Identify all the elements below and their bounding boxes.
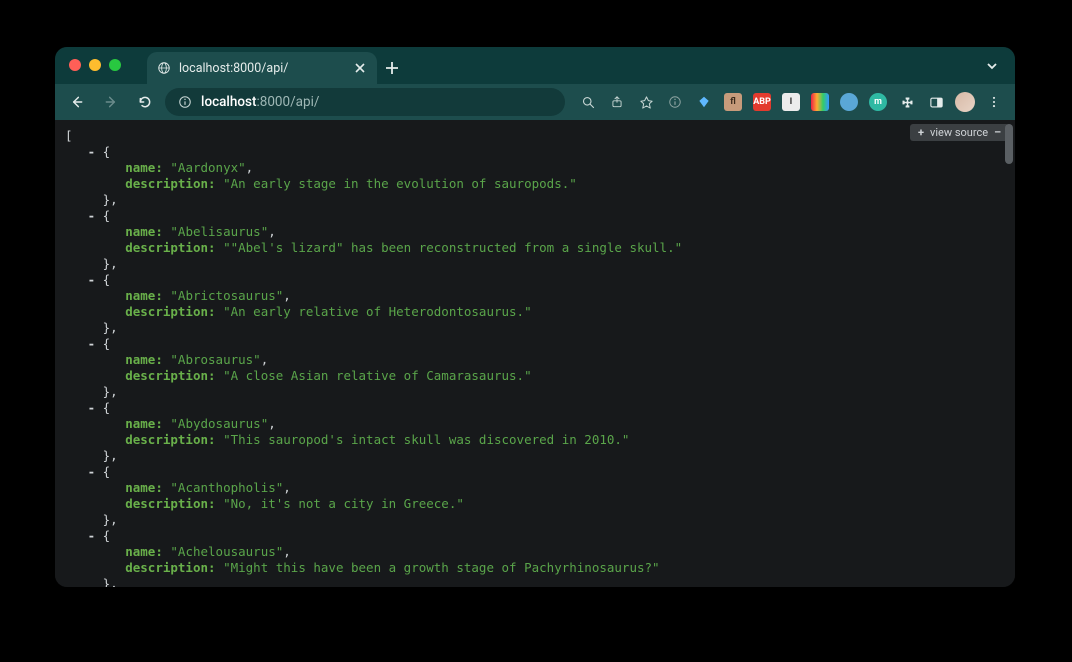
extension-abp[interactable]: ABP (749, 89, 775, 115)
extension-rainbow[interactable] (807, 89, 833, 115)
nav-reload-button[interactable] (131, 88, 159, 116)
star-icon (639, 95, 654, 110)
extension-info[interactable] (662, 89, 688, 115)
share-button[interactable] (604, 89, 630, 115)
reload-icon (137, 94, 153, 110)
scrollbar-thumb[interactable] (1005, 124, 1013, 164)
circle-m-icon: m (869, 93, 887, 111)
puzzle-icon (900, 95, 915, 110)
json-viewer[interactable]: [ - { name: "Aardonyx", description: "An… (55, 120, 1015, 587)
tab-title: localhost:8000/api/ (179, 61, 345, 76)
share-icon (610, 95, 624, 109)
tab-strip: localhost:8000/api/ (55, 47, 1015, 84)
close-icon (355, 63, 365, 73)
extension-fl[interactable]: fl (720, 89, 746, 115)
dots-vertical-icon (987, 95, 1001, 109)
circle-o-icon (840, 93, 858, 111)
extension-gem[interactable] (691, 89, 717, 115)
view-source-label: view source (930, 126, 988, 139)
avatar-icon (955, 92, 975, 112)
extension-o[interactable] (836, 89, 862, 115)
square-icon: fl (724, 93, 742, 111)
window-close-button[interactable] (69, 59, 81, 71)
expand-icon: + (918, 126, 924, 139)
info-icon (178, 95, 192, 109)
collapse-icon: – (994, 126, 1001, 139)
side-panel-button[interactable] (923, 89, 949, 115)
site-info-button[interactable] (177, 94, 193, 110)
arrow-right-icon (103, 94, 119, 110)
new-tab-button[interactable] (377, 52, 407, 84)
url-text: localhost:8000/api/ (201, 94, 319, 110)
info-icon (668, 95, 682, 109)
bookmark-button[interactable] (633, 89, 659, 115)
extension-m[interactable]: m (865, 89, 891, 115)
globe-icon (157, 61, 171, 75)
tabs-menu-button[interactable] (983, 57, 1001, 75)
page-content: + view source – [ - { name: "Aardonyx", … (55, 120, 1015, 587)
abp-icon: ABP (753, 93, 771, 111)
window-controls (69, 59, 121, 71)
browser-window: localhost:8000/api/ (55, 47, 1015, 587)
tab-close-button[interactable] (353, 61, 367, 75)
zoom-button[interactable] (575, 89, 601, 115)
profile-button[interactable] (952, 89, 978, 115)
i-icon: I (782, 93, 800, 111)
address-bar[interactable]: localhost:8000/api/ (165, 88, 565, 116)
diamond-icon (695, 93, 713, 111)
nav-back-button[interactable] (63, 88, 91, 116)
nav-forward-button[interactable] (97, 88, 125, 116)
magnify-icon (581, 95, 596, 110)
browser-tab[interactable]: localhost:8000/api/ (147, 52, 377, 84)
extension-i[interactable]: I (778, 89, 804, 115)
toolbar-actions: fl ABP I m (575, 89, 1007, 115)
window-minimize-button[interactable] (89, 59, 101, 71)
rainbow-icon (811, 93, 829, 111)
arrow-left-icon (69, 94, 85, 110)
plus-icon (385, 61, 399, 75)
extensions-puzzle-button[interactable] (894, 89, 920, 115)
kebab-menu-button[interactable] (981, 89, 1007, 115)
chevron-down-icon (985, 59, 999, 73)
browser-toolbar: localhost:8000/api/ (55, 84, 1015, 120)
window-zoom-button[interactable] (109, 59, 121, 71)
panel-icon (929, 95, 944, 110)
view-source-toggle[interactable]: + view source – (910, 124, 1009, 141)
